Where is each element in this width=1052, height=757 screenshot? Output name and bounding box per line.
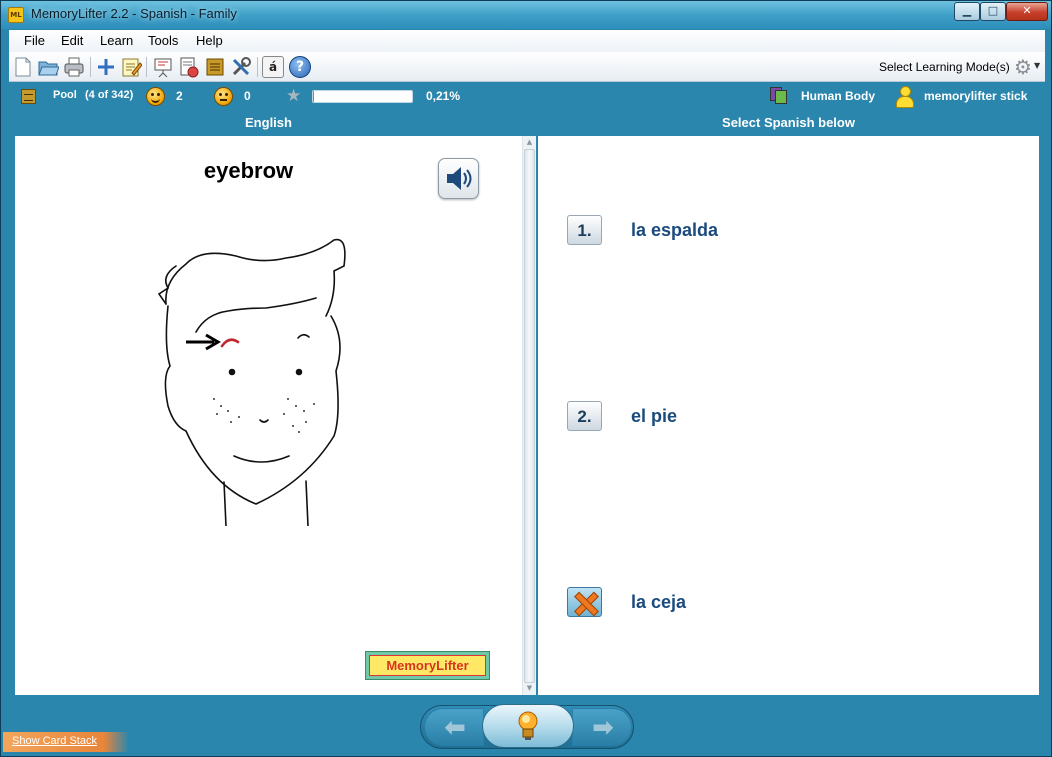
answer-option-1[interactable]: 1. la espalda xyxy=(567,215,1007,247)
help-icon[interactable]: ? xyxy=(289,56,311,78)
card-style-icon[interactable] xyxy=(178,56,200,78)
presentation-icon[interactable] xyxy=(152,56,174,78)
gear-icon[interactable]: ⚙ xyxy=(1012,56,1034,78)
arrow-right-icon: ➡ xyxy=(592,713,614,743)
lightbulb-icon xyxy=(518,711,538,740)
print-icon[interactable] xyxy=(63,56,85,78)
toolbar: á ? Select Learning Mode(s) ⚙ ▼ xyxy=(9,52,1045,82)
question-column-header: English xyxy=(245,115,292,130)
toolbar-separator xyxy=(90,57,91,77)
scroll-down-arrow[interactable]: ▼ xyxy=(523,682,536,695)
special-characters-icon[interactable]: á xyxy=(262,56,284,78)
category-name[interactable]: Human Body xyxy=(801,89,875,103)
user-name[interactable]: memorylifter stick xyxy=(924,89,1027,103)
logo-text: MemoryLifter xyxy=(369,655,486,676)
progress-bar xyxy=(312,90,413,103)
menu-bar: File Edit Learn Tools Help xyxy=(9,30,1045,52)
vertical-scrollbar[interactable]: ▲ ▼ xyxy=(522,136,536,695)
answer-number-button[interactable]: 1. xyxy=(567,215,602,245)
next-button[interactable]: ➡ xyxy=(572,708,632,746)
menu-file[interactable]: File xyxy=(24,33,45,48)
pool-count: (4 of 342) xyxy=(85,89,134,101)
user-icon[interactable] xyxy=(895,86,914,108)
answer-number-button[interactable]: 2. xyxy=(567,401,602,431)
toolbar-separator xyxy=(146,57,147,77)
answer-text[interactable]: el pie xyxy=(631,406,677,427)
answer-column-header: Select Spanish below xyxy=(722,115,855,130)
progress-percent: 0,21% xyxy=(426,89,461,103)
card-box-icon[interactable] xyxy=(21,89,36,104)
status-bar: Pool (4 of 342) 2 0 ★ 0,21% Human Body m… xyxy=(9,84,1045,109)
memorylifter-logo: MemoryLifter xyxy=(365,651,490,680)
question-word: eyebrow xyxy=(203,158,294,183)
answer-option-3[interactable]: la ceja xyxy=(567,587,1007,619)
correct-count: 2 xyxy=(176,89,183,103)
answer-option-2[interactable]: 2. el pie xyxy=(567,401,1007,433)
maximize-button[interactable]: □ xyxy=(980,2,1006,21)
smiley-correct-icon xyxy=(146,87,165,106)
card-box-icon[interactable] xyxy=(204,56,226,78)
answer-text[interactable]: la ceja xyxy=(631,592,686,613)
app-window: ML MemoryLifter 2.2 - Spanish - Family ▁… xyxy=(0,0,1052,757)
scroll-thumb[interactable] xyxy=(524,149,535,683)
smiley-wrong-icon xyxy=(214,87,233,106)
wrong-count: 0 xyxy=(244,89,251,103)
edit-card-icon[interactable] xyxy=(120,56,143,78)
wrong-mark-icon[interactable] xyxy=(567,587,602,617)
show-card-stack[interactable]: Show Card Stack xyxy=(3,732,129,752)
toolbar-separator xyxy=(257,57,258,77)
close-button[interactable]: ✕ xyxy=(1006,2,1048,21)
category-icon[interactable] xyxy=(770,87,792,105)
window-title: MemoryLifter 2.2 - Spanish - Family xyxy=(31,6,237,21)
title-bar[interactable]: ML MemoryLifter 2.2 - Spanish - Family ▁… xyxy=(1,1,1051,29)
star-icon: ★ xyxy=(286,86,302,106)
settings-tools-icon[interactable] xyxy=(230,56,252,78)
minimize-button[interactable]: ▁ xyxy=(954,2,980,21)
app-icon: ML xyxy=(8,7,24,23)
pool-label: Pool xyxy=(53,89,77,101)
previous-button[interactable]: ⬅ xyxy=(424,708,484,746)
hint-button[interactable] xyxy=(482,704,574,748)
menu-help[interactable]: Help xyxy=(196,33,223,48)
menu-learn[interactable]: Learn xyxy=(100,33,133,48)
menu-tools[interactable]: Tools xyxy=(148,33,178,48)
new-document-icon[interactable] xyxy=(12,56,34,78)
arrow-left-icon: ⬅ xyxy=(444,713,466,743)
learning-mode-label[interactable]: Select Learning Mode(s) xyxy=(879,60,1010,74)
answer-panel: 1. la espalda 2. el pie la ceja xyxy=(538,136,1039,695)
add-card-icon[interactable] xyxy=(95,56,117,78)
audio-button[interactable] xyxy=(438,158,479,199)
open-folder-icon[interactable] xyxy=(37,56,60,78)
menu-edit[interactable]: Edit xyxy=(61,33,83,48)
question-panel: eyebrow MemoryLifter ▲ ▼ xyxy=(15,136,536,695)
answer-text[interactable]: la espalda xyxy=(631,220,718,241)
show-card-stack-link[interactable]: Show Card Stack xyxy=(12,735,97,747)
chevron-down-icon[interactable]: ▼ xyxy=(1034,61,1040,70)
face-illustration xyxy=(157,238,346,526)
speaker-icon xyxy=(447,167,472,190)
scroll-up-arrow[interactable]: ▲ xyxy=(523,136,536,149)
